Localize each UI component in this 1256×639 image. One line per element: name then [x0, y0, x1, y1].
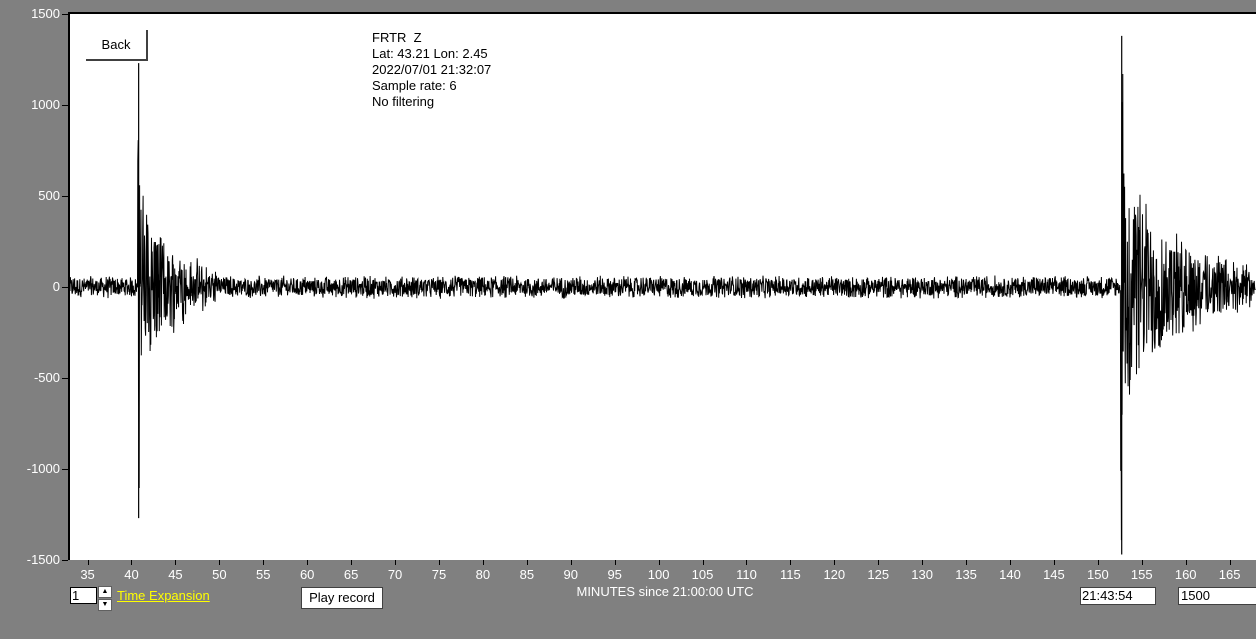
- x-tick-mark: [834, 560, 836, 565]
- y-tick-mark: [62, 378, 68, 379]
- x-tick-label: 55: [256, 567, 271, 582]
- x-tick-mark: [87, 560, 89, 565]
- x-tick-mark: [307, 560, 309, 565]
- x-tick-label: 150: [1087, 567, 1109, 582]
- x-tick-mark: [790, 560, 792, 565]
- x-tick-label: 50: [212, 567, 227, 582]
- y-tick-label: -1500: [26, 552, 60, 567]
- x-tick-mark: [878, 560, 880, 565]
- x-tick-label: 125: [867, 567, 890, 582]
- y-tick-label: 1000: [31, 97, 60, 112]
- x-tick-mark: [351, 560, 353, 565]
- x-tick-mark: [1229, 560, 1231, 565]
- x-tick-mark: [922, 560, 924, 565]
- x-tick-mark: [526, 560, 528, 565]
- station-info: FRTR Z Lat: 43.21 Lon: 2.45 2022/07/01 2…: [372, 30, 491, 110]
- x-tick-label: 35: [80, 567, 95, 582]
- station-name: FRTR Z: [372, 30, 422, 45]
- time-expansion-input[interactable]: 1: [70, 587, 97, 604]
- y-tick-mark: [62, 105, 68, 106]
- x-tick-label: 70: [387, 567, 403, 582]
- y-tick-mark: [62, 287, 68, 288]
- x-tick-mark: [482, 560, 484, 565]
- x-tick-mark: [702, 560, 704, 565]
- x-tick-mark: [395, 560, 397, 565]
- x-tick-label: 80: [475, 567, 491, 582]
- y-tick-label: 0: [52, 279, 60, 294]
- x-axis-title: MINUTES since 21:00:00 UTC: [576, 584, 754, 599]
- x-tick-mark: [1053, 560, 1055, 565]
- y-tick-mark: [62, 560, 68, 561]
- x-tick-mark: [175, 560, 177, 565]
- x-tick-label: 85: [519, 567, 535, 582]
- x-tick-label: 135: [955, 567, 977, 582]
- x-tick-label: 95: [607, 567, 622, 582]
- sample-rate: Sample rate: 6: [372, 78, 457, 93]
- x-tick-label: 145: [1043, 567, 1065, 582]
- x-tick-mark: [966, 560, 968, 565]
- x-tick-mark: [1185, 560, 1187, 565]
- time-readout: 21:43:54: [1080, 587, 1156, 605]
- x-tick-mark: [263, 560, 265, 565]
- x-tick-label: 100: [647, 567, 670, 582]
- seismogram-trace-line: [70, 73, 1256, 541]
- x-tick-label: 110: [736, 567, 757, 582]
- y-tick-mark: [62, 196, 68, 197]
- record-datetime: 2022/07/01 21:32:07: [372, 62, 492, 77]
- seismogram-plot: [68, 12, 1256, 560]
- x-tick-label: 115: [780, 567, 801, 582]
- y-tick-label: 1500: [31, 6, 60, 21]
- x-tick-label: 120: [823, 567, 846, 582]
- x-tick-mark: [438, 560, 440, 565]
- x-tick-mark: [1141, 560, 1143, 565]
- y-tick-label: -1000: [26, 461, 60, 476]
- spin-down-icon[interactable]: ▼: [98, 599, 112, 611]
- x-tick-mark: [746, 560, 748, 565]
- x-tick-label: 105: [691, 567, 714, 582]
- x-tick-mark: [614, 560, 616, 565]
- seismogram-trace-svg: [70, 35, 1256, 555]
- x-tick-label: 90: [563, 567, 578, 582]
- x-tick-mark: [1097, 560, 1099, 565]
- x-tick-mark: [1010, 560, 1011, 565]
- x-tick-mark: [658, 560, 660, 565]
- x-tick-label: 40: [124, 567, 139, 582]
- x-tick-mark: [131, 560, 133, 565]
- x-tick-label: 75: [431, 567, 447, 582]
- x-tick-label: 140: [999, 567, 1021, 582]
- x-tick-label: 165: [1218, 567, 1241, 582]
- amplitude-scale-input[interactable]: 1500: [1178, 587, 1256, 605]
- time-expansion-label: Time Expansion: [117, 588, 210, 603]
- x-tick-label: 45: [168, 567, 183, 582]
- y-tick-label: 500: [38, 188, 60, 203]
- x-tick-label: 155: [1130, 567, 1153, 582]
- back-button[interactable]: Back: [86, 30, 148, 61]
- x-tick-label: 160: [1174, 567, 1197, 582]
- x-tick-label: 65: [343, 567, 359, 582]
- station-location: Lat: 43.21 Lon: 2.45: [372, 46, 488, 61]
- play-record-button[interactable]: Play record: [301, 587, 383, 609]
- spin-up-icon[interactable]: ▲: [98, 586, 112, 598]
- y-tick-mark: [62, 469, 68, 470]
- x-tick-mark: [219, 560, 221, 565]
- x-tick-label: 60: [299, 567, 315, 582]
- y-tick-label: -500: [33, 370, 60, 385]
- x-tick-mark: [570, 560, 572, 565]
- filter-status: No filtering: [372, 94, 435, 109]
- y-tick-mark: [62, 14, 68, 15]
- x-tick-label: 130: [911, 567, 933, 582]
